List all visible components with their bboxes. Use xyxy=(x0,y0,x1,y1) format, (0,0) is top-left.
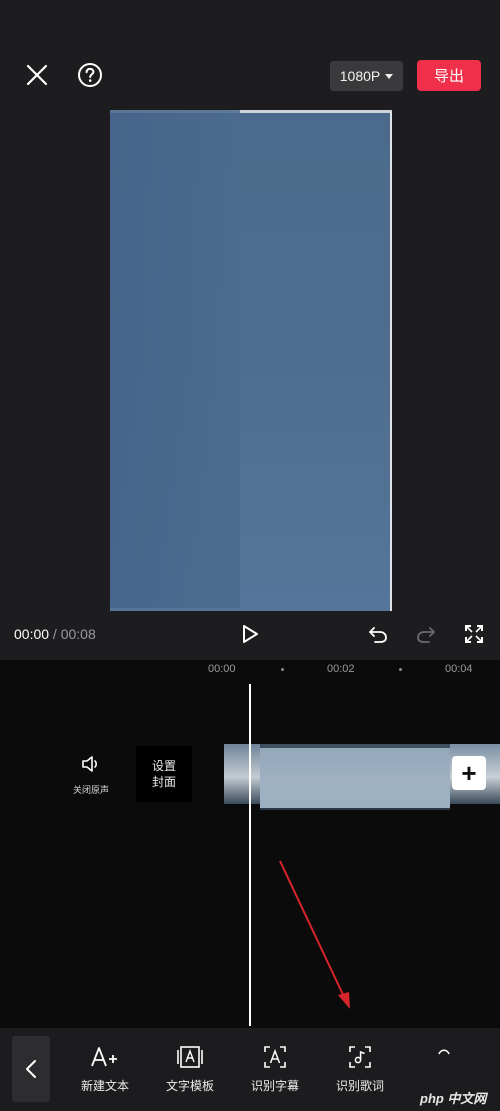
export-button[interactable]: 导出 xyxy=(417,60,481,91)
help-icon[interactable] xyxy=(76,61,104,89)
recognize-subtitle-icon xyxy=(264,1046,286,1068)
add-text-icon xyxy=(91,1047,117,1067)
chevron-down-icon xyxy=(385,73,394,79)
add-clip-button[interactable]: + xyxy=(452,756,486,790)
back-button[interactable] xyxy=(12,1036,50,1102)
playhead[interactable] xyxy=(249,684,251,1026)
mute-original-audio-button[interactable]: 关闭原声 xyxy=(68,754,114,796)
timeline-dot xyxy=(399,668,402,671)
partial-tool-icon[interactable] xyxy=(436,1046,452,1056)
time-display: 00:00 / 00:08 xyxy=(14,626,96,642)
tool-label: 识别歌词 xyxy=(335,1079,384,1093)
tool-recognize-lyrics[interactable]: 识别歌词 xyxy=(322,1044,398,1094)
text-template-icon xyxy=(177,1046,203,1068)
red-arrow-annotation xyxy=(279,860,350,1009)
video-clip-thumbnail[interactable] xyxy=(260,744,450,810)
redo-icon[interactable] xyxy=(414,622,438,646)
current-time: 00:00 xyxy=(14,626,50,642)
time-separator: / xyxy=(49,626,61,642)
tool-new-text[interactable]: 新建文本 xyxy=(67,1044,143,1094)
total-time: 00:08 xyxy=(60,626,96,642)
resolution-dropdown[interactable]: 1080P xyxy=(330,61,403,91)
timeline-dot xyxy=(281,668,284,671)
fullscreen-icon[interactable] xyxy=(462,622,486,646)
resolution-value: 1080P xyxy=(339,68,381,84)
close-icon[interactable] xyxy=(24,62,50,88)
play-icon[interactable] xyxy=(238,622,262,646)
tool-label: 新建文本 xyxy=(80,1079,129,1093)
recognize-lyrics-icon xyxy=(349,1046,371,1068)
tool-recognize-subtitles[interactable]: 识别字幕 xyxy=(237,1044,313,1094)
watermark: php 中文网 xyxy=(420,1091,487,1106)
timeline-tick: 00:00 xyxy=(208,663,236,675)
video-clip-thumbnail[interactable] xyxy=(224,744,260,804)
tool-label: 识别字幕 xyxy=(250,1079,299,1093)
tool-text-template[interactable]: 文字模板 xyxy=(152,1044,228,1094)
undo-icon[interactable] xyxy=(366,622,390,646)
chevron-left-icon xyxy=(26,1060,36,1078)
cover-label-line2: 封面 xyxy=(151,775,176,789)
cover-label-line1: 设置 xyxy=(151,759,176,773)
video-preview-shade xyxy=(110,110,240,608)
set-cover-button[interactable]: 设置 封面 xyxy=(136,746,192,802)
timeline-tick: 00:02 xyxy=(327,663,355,675)
timeline-tick: 00:04 xyxy=(445,663,473,675)
mute-label: 关闭原声 xyxy=(72,785,109,795)
speaker-icon xyxy=(82,756,97,772)
tool-label: 文字模板 xyxy=(165,1079,214,1093)
